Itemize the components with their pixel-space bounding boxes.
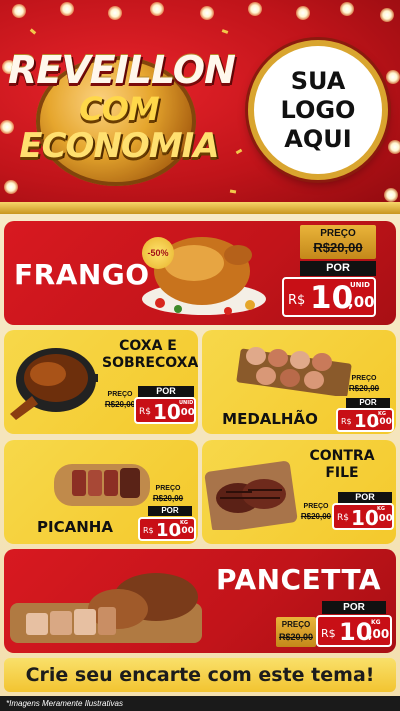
logo-text-3: AQUI — [284, 124, 352, 153]
logo-text-1: SUA — [290, 66, 346, 95]
price-unit: KG — [180, 520, 188, 526]
old-price: R$20,00 — [104, 400, 136, 409]
light-bulb — [388, 140, 400, 154]
light-bulb — [380, 8, 394, 22]
preco-label: PREÇO — [320, 228, 356, 239]
light-bulb — [386, 70, 400, 84]
medallion-skewers-image — [236, 347, 352, 396]
price-unit: KG — [377, 506, 385, 512]
light-bulb — [296, 6, 310, 20]
product-card-coxa[interactable]: COXA E SOBRECOXA POR PREÇO R$20,00 R$ 10… — [4, 330, 198, 434]
chicken-thigh-image — [10, 348, 98, 420]
price-unit: KG — [378, 411, 386, 417]
pancetta-board-image — [10, 573, 202, 643]
logo-text-2: LOGO — [280, 95, 356, 124]
old-price-tag: PREÇO R$20,00 — [346, 374, 382, 396]
preco-label: PREÇO — [351, 375, 377, 382]
price-unit: UNID — [179, 400, 194, 406]
product-name-line-2: SOBRECOXA — [102, 355, 198, 371]
price-cents: ,00 — [376, 417, 392, 427]
old-price-tag: PREÇO R$20,00 — [276, 617, 316, 647]
por-label: POR — [148, 506, 192, 516]
old-price: R$20,00 — [300, 512, 332, 521]
price-box: R$ 10 ,00 UNID — [282, 277, 376, 317]
old-price: R$20,00 — [348, 384, 380, 393]
product-name-line-1: CONTRA — [309, 448, 375, 464]
price-unit: KG — [371, 619, 381, 626]
preco-label: PREÇO — [281, 620, 311, 629]
logo-placeholder[interactable]: SUA LOGO AQUI — [248, 40, 388, 180]
promo-title: REVEILLON COM ECONOMIA — [8, 38, 236, 188]
gold-strip — [0, 202, 400, 214]
cta-text: Crie seu encarte com este tema! — [25, 664, 375, 686]
price-integer: 10 — [310, 280, 354, 316]
product-name: MEDALHÃO — [222, 410, 318, 428]
old-price-tag: PREÇO R$20,00 — [150, 484, 186, 506]
old-price-tag: PREÇO R$20,00 — [300, 225, 376, 259]
product-name-line-2: FILE — [325, 465, 359, 481]
price-box: R$ 10 ,00 KG — [316, 615, 392, 647]
old-price-tag: PREÇO R$20,00 — [102, 390, 138, 412]
price-box: R$ 10 ,00 KG — [336, 408, 394, 432]
product-card-contra-file[interactable]: CONTRA FILE POR PREÇO R$20,00 R$ 10 ,00 … — [202, 440, 396, 544]
price-cents: ,00 — [368, 627, 390, 641]
title-line-3: ECONOMIA — [19, 126, 219, 166]
por-label: POR — [138, 386, 194, 397]
currency: R$ — [139, 407, 151, 417]
confetti — [229, 189, 237, 194]
product-card-frango[interactable]: FRANGO -50% PREÇO R$20,00 POR R$ 10 ,00 … — [4, 221, 396, 325]
light-bulb — [200, 6, 214, 20]
price-unit: UNID — [350, 281, 370, 289]
price-cents: ,00 — [348, 293, 375, 311]
confetti — [221, 29, 229, 34]
preco-label: PREÇO — [107, 391, 133, 398]
product-name: FRANGO — [14, 258, 150, 291]
price-cents: ,00 — [177, 407, 195, 418]
product-name: PICANHA — [37, 518, 113, 536]
old-price: R$20,00 — [152, 494, 184, 503]
product-name-line-1: COXA E — [119, 338, 177, 354]
picanha-board-image — [54, 464, 150, 506]
por-label: POR — [322, 601, 386, 614]
confetti — [235, 148, 243, 155]
light-bulb — [384, 188, 398, 202]
light-bulb — [60, 2, 74, 16]
product-card-pancetta[interactable]: PANCETTA POR PREÇO R$20,00 R$ 10 ,00 KG — [4, 549, 396, 653]
product-card-medalhao[interactable]: MEDALHÃO PREÇO R$20,00 POR R$ 10 ,00 KG — [202, 330, 396, 434]
light-bulb — [12, 4, 26, 18]
product-card-picanha[interactable]: PICANHA PREÇO R$20,00 POR R$ 10 ,00 KG — [4, 440, 198, 544]
price-box: R$ 10 ,00 KG — [138, 517, 196, 541]
old-price-tag: PREÇO R$20,00 — [298, 502, 334, 524]
price-box: R$ 10 ,00 KG — [332, 503, 394, 530]
light-bulb — [150, 2, 164, 16]
preco-label: PREÇO — [155, 485, 181, 492]
header-banner: REVEILLON COM ECONOMIA SUA LOGO AQUI — [0, 0, 400, 214]
title-line-1: REVEILLON — [8, 48, 236, 92]
price-cents: ,00 — [178, 526, 194, 536]
old-price: R$20,00 — [278, 632, 314, 642]
old-price: R$20,00 — [313, 240, 363, 255]
confetti — [29, 28, 37, 35]
light-bulb — [108, 6, 122, 20]
steak-image — [204, 461, 298, 530]
por-label: POR — [300, 261, 376, 276]
discount-badge: -50% — [142, 237, 174, 269]
currency: R$ — [337, 513, 349, 523]
cta-banner[interactable]: Crie seu encarte com este tema! — [4, 658, 396, 692]
por-label: POR — [346, 398, 390, 408]
light-bulb — [340, 2, 354, 16]
product-grid: FRANGO -50% PREÇO R$20,00 POR R$ 10 ,00 … — [0, 214, 400, 711]
disclaimer: *Imagens Meramente Ilustrativas — [0, 696, 400, 711]
title-line-2: COM — [79, 90, 160, 128]
currency: R$ — [288, 293, 306, 308]
currency: R$ — [143, 526, 154, 535]
product-name: PANCETTA — [216, 563, 382, 596]
light-bulb — [248, 2, 262, 16]
preco-label: PREÇO — [303, 503, 329, 510]
price-box: R$ 10 ,00 UNID — [134, 397, 196, 424]
price-cents: ,00 — [375, 513, 393, 524]
currency: R$ — [341, 417, 352, 426]
currency: R$ — [321, 627, 336, 640]
por-label: POR — [338, 492, 392, 503]
